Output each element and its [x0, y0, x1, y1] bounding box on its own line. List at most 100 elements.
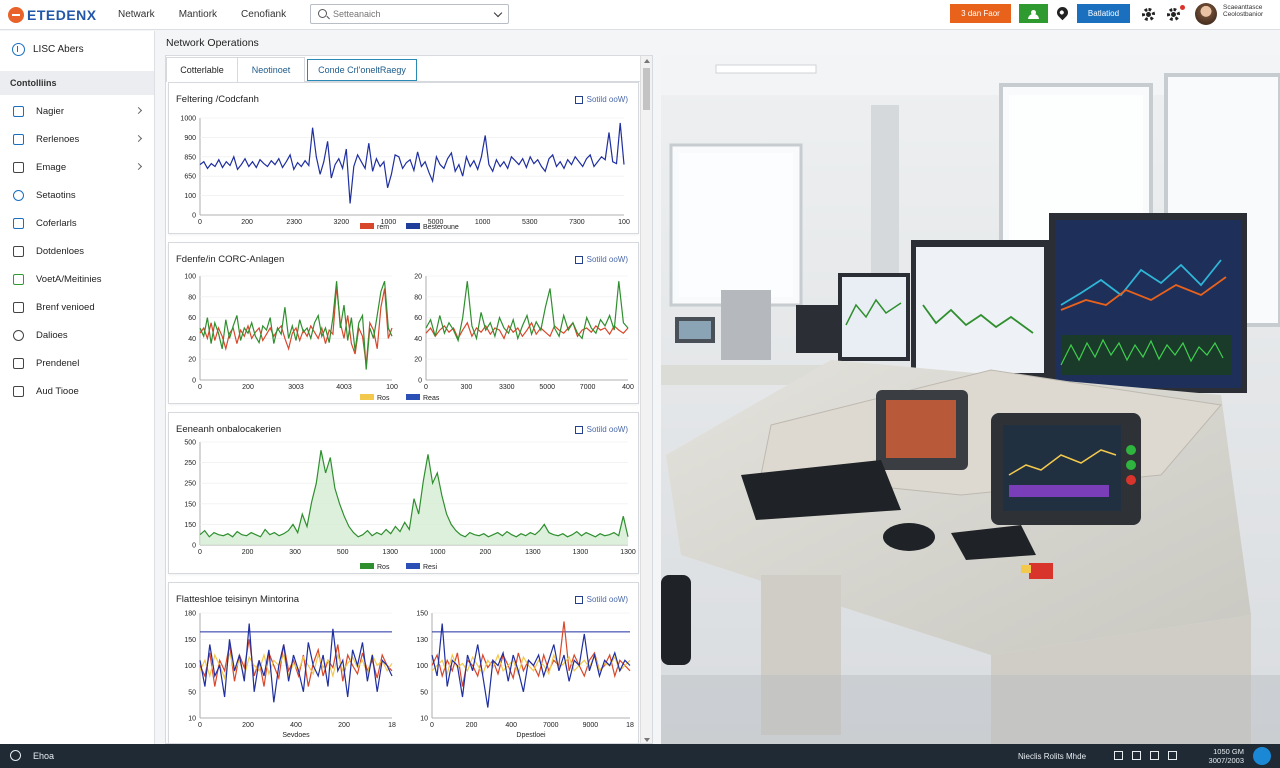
x-tick-label: 9000	[583, 722, 599, 729]
y-tick-label: 100	[416, 663, 428, 670]
x-axis-label: Dpestloei	[516, 732, 546, 739]
users-button[interactable]	[1019, 4, 1048, 23]
y-tick-label: 80	[414, 294, 422, 301]
settings-gear-icon[interactable]	[1142, 8, 1155, 21]
search-icon	[318, 9, 327, 18]
chart-panel-4: Flatteshloe teisinyn Mintorina Sotild oo…	[168, 582, 639, 743]
sidebar-item-rerlenoes[interactable]: Rerlenoes	[0, 125, 154, 153]
status-circle-icon[interactable]	[10, 750, 21, 761]
x-tick-label: 200	[241, 219, 253, 226]
x-tick-label: 200	[242, 384, 254, 391]
x-tick-label: 200	[466, 722, 478, 729]
scroll-down-arrow-icon[interactable]	[644, 738, 650, 742]
user-info[interactable]: Scaeanttasce Ceolostbanior	[1223, 4, 1263, 18]
scroll-up-arrow-icon[interactable]	[644, 59, 650, 63]
location-pin-icon[interactable]	[1054, 4, 1071, 21]
monitoring-chart: 18015010050100 200 400 200 18Sevdoes15013010…	[184, 611, 634, 740]
x-tick-label: 0	[198, 549, 202, 556]
control-room-illustration	[661, 55, 1280, 744]
legend-label: Ros	[377, 564, 390, 571]
y-tick-label: 150	[416, 611, 428, 618]
y-tick-label: 0	[418, 378, 422, 385]
taskbar-clock[interactable]: 1050 GM 3007/2003	[1202, 747, 1244, 765]
chevron-right-icon	[134, 106, 143, 115]
y-tick-label: 900	[184, 135, 196, 142]
x-tick-label: 0	[430, 722, 434, 729]
x-tick-label: 200	[242, 549, 254, 556]
x-tick-label: 7000	[543, 722, 559, 729]
logo-icon	[8, 7, 24, 23]
sidebar-item-label: Rerlenoes	[36, 133, 80, 145]
sidebar-item-aud-tiooe[interactable]: Aud Tiooe	[0, 377, 154, 405]
x-tick-label: 300	[289, 549, 301, 556]
sidebar-item-label: Coferlarls	[36, 217, 77, 229]
tag-icon	[13, 161, 24, 173]
sidebar-item-nagier[interactable]: Nagier	[0, 97, 154, 125]
y-tick-label: 250	[184, 481, 196, 488]
tray-sound-icon[interactable]	[1168, 751, 1177, 760]
x-tick-label: 5300	[522, 219, 538, 226]
tab-bar: Cotterlable Neotinoet Conde Crl'oneltRae…	[166, 56, 640, 82]
legend-label: Besteroune	[423, 224, 459, 231]
tab-conde[interactable]: Conde Crl'oneltRaegy	[307, 59, 417, 81]
star-icon	[13, 385, 24, 397]
dual-line-chart: 1008060402000 200 3003 4003 100208060402000 3…	[184, 274, 634, 403]
tray-network-icon[interactable]	[1132, 751, 1141, 760]
sidebar-item-voeta-meitinies[interactable]: VoetA/Meitinies	[0, 265, 154, 293]
series-line	[425, 281, 629, 343]
nav-item-network[interactable]: Netwark	[118, 9, 155, 20]
chevron-right-icon	[134, 162, 143, 171]
notifications-gear-icon[interactable]	[1167, 8, 1180, 21]
y-tick-label: 180	[184, 611, 196, 618]
taskbar-left[interactable]: Ehoa	[10, 750, 54, 761]
tab-cotterlable[interactable]: Cotterlable	[166, 57, 238, 82]
y-tick-label: 250	[184, 460, 196, 467]
tray-grid-icon[interactable]	[1114, 751, 1123, 760]
scroll-thumb[interactable]	[643, 68, 650, 110]
taskbar-status[interactable]: Nieclis Rolits Mhde	[1018, 752, 1086, 761]
sidebar-item-label: Brenf venioed	[36, 301, 95, 313]
nav-item-monitor[interactable]: Mantiork	[179, 9, 217, 20]
sidebar-item-emage[interactable]: Emage	[0, 153, 154, 181]
tray-display-icon[interactable]	[1150, 751, 1159, 760]
sidebar-item-coferlarls[interactable]: Coferlarls	[0, 209, 154, 237]
x-tick-label: 2300	[286, 219, 302, 226]
blue-action-button[interactable]: Batlatiod	[1077, 4, 1130, 23]
tab-neotinoet[interactable]: Neotinoet	[237, 57, 305, 82]
y-tick-label: 1000	[180, 116, 196, 123]
x-tick-label: 400	[290, 722, 302, 729]
orange-action-button[interactable]: 3 dan Faor	[950, 4, 1011, 23]
sidebar-item-dotdenloes[interactable]: Dotdenloes	[0, 237, 154, 265]
sidebar-item-brenf-venioed[interactable]: Brenf venioed	[0, 293, 154, 321]
nav-item-config[interactable]: Cenofiank	[241, 9, 286, 20]
y-tick-label: 650	[184, 174, 196, 181]
page-icon	[13, 133, 24, 145]
sidebar-item-label: Dalioes	[36, 329, 68, 341]
scrollbar[interactable]	[640, 56, 652, 743]
sidebar-item-setaotins[interactable]: Setaotins	[0, 181, 154, 209]
y-tick-label: 500	[184, 440, 196, 447]
sidebar-item-prendenel[interactable]: Prendenel	[0, 349, 154, 377]
search-icon	[13, 329, 24, 341]
x-tick-label: 3200	[334, 219, 350, 226]
chevron-down-icon[interactable]	[493, 8, 503, 18]
legend-swatch	[360, 223, 374, 229]
x-tick-label: 4003	[336, 384, 352, 391]
search-box[interactable]	[310, 4, 509, 24]
series-line	[199, 122, 625, 204]
sidebar-header[interactable]: LISC Abers	[12, 43, 84, 56]
y-tick-label: 60	[188, 315, 196, 322]
x-tick-label: 3300	[499, 384, 515, 391]
x-tick-label: 200	[479, 549, 491, 556]
sidebar-item-dalioes[interactable]: Dalioes	[0, 321, 154, 349]
search-input[interactable]	[333, 7, 483, 21]
avatar[interactable]	[1195, 3, 1217, 25]
chart-panel-3: Eeneanh onbalocakerien Sotild ooW) 500 25…	[168, 412, 639, 574]
y-tick-label: 40	[414, 336, 422, 343]
area-chart: 500 250 250 150 150 00 200 300 500 1300 1000 200 130…	[184, 440, 636, 572]
notification-center-icon[interactable]	[1253, 747, 1271, 765]
legend-label: rem	[377, 224, 389, 231]
x-tick-label: 7300	[569, 219, 585, 226]
app-logo[interactable]: ETEDENX	[8, 5, 97, 25]
x-axis-label: Sevdoes	[282, 732, 310, 739]
